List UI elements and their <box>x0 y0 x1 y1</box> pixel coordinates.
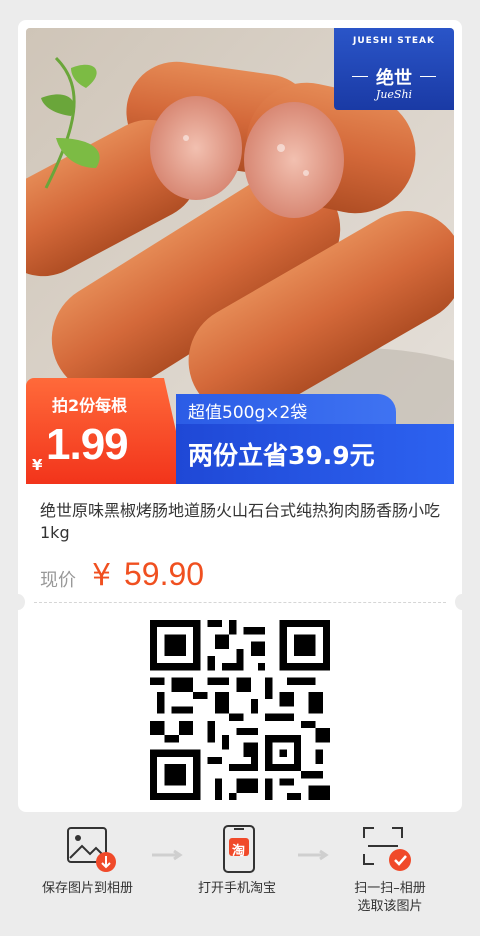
promo-headline: 两份立省39.9元 <box>188 441 375 470</box>
step-save-image: 保存图片到相册 <box>42 880 133 898</box>
product-title: 绝世原味黑椒烤肠地道肠火山石台式纯热狗肉肠香肠小吃 1kg <box>40 501 441 542</box>
dashed-divider <box>34 602 446 603</box>
brand-english-name: JUESHI STEAK <box>352 36 435 46</box>
arrow-right-icon <box>298 846 330 865</box>
step-scan: 扫一扫–相册 选取该图片 <box>348 880 432 916</box>
brand-badge: JUESHI STEAK 绝世 JueShi <box>334 28 454 110</box>
scan-icon <box>362 826 414 878</box>
ticket-notch-left <box>18 594 25 610</box>
step-scan-label: 扫一扫–相册 <box>354 881 426 896</box>
arrow-right-icon <box>152 846 184 865</box>
step-open-taobao-label: 打开手机淘宝 <box>198 881 277 896</box>
step-save-image-label: 保存图片到相册 <box>42 881 134 896</box>
share-poster-page: JUESHI STEAK 绝世 JueShi 拍2份每根 ¥ 1.99 超值50… <box>0 0 480 936</box>
price-value: 59.90 <box>124 556 205 592</box>
promo-tag: 拍2份每根 <box>52 396 128 415</box>
price-label: 现价 <box>40 570 76 591</box>
brand-script-name: JueShi <box>375 88 413 101</box>
brand-chinese-name: 绝世 <box>376 68 412 89</box>
promo-price: 1.99 <box>46 420 129 469</box>
step-open-taobao: 打开手机淘宝 <box>198 880 276 898</box>
qr-code[interactable] <box>150 620 330 800</box>
taobao-phone-icon: 淘 <box>222 824 256 878</box>
step-scan-label-2: 选取该图片 <box>357 899 423 914</box>
taobao-char: 淘 <box>232 844 246 859</box>
promo-currency: ¥ <box>32 456 43 474</box>
price-currency: ¥ <box>92 558 112 593</box>
ticket-notch-right <box>455 594 462 610</box>
save-image-icon <box>66 826 118 878</box>
promo-subtitle: 超值500g×2袋 <box>188 403 308 423</box>
promo-banner: 拍2份每根 ¥ 1.99 超值500g×2袋 两份立省39.9元 <box>26 378 454 484</box>
share-steps: 保存图片到相册 淘 打开手机淘宝 扫一扫–相册 选取该图片 <box>0 812 480 936</box>
product-card: JUESHI STEAK 绝世 JueShi 拍2份每根 ¥ 1.99 超值50… <box>18 20 462 812</box>
